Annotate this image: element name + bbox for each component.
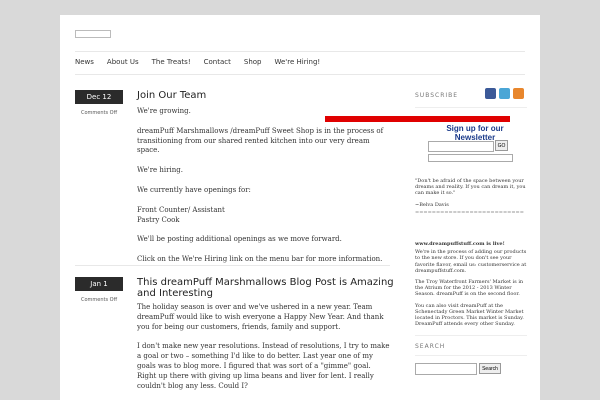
newsletter-extra-input[interactable]: [428, 154, 513, 162]
twitter-icon[interactable]: [499, 88, 510, 99]
post-date: Dec 12: [75, 90, 123, 104]
sidebar-divider: [415, 335, 527, 336]
post-body: The holiday season is over and we've ush…: [137, 303, 392, 400]
post-paragraph: We currently have openings for:: [137, 185, 251, 194]
post-comments[interactable]: Comments Off: [75, 110, 123, 116]
post-body: We're growing. dreamPuff Marshmallows /d…: [137, 107, 392, 275]
search-button[interactable]: Search: [479, 363, 501, 374]
quote-separator: ==========================: [415, 209, 524, 216]
post-divider: [75, 265, 390, 266]
live-text: We're in the process of adding our produ…: [415, 249, 527, 274]
header-divider: [75, 51, 525, 52]
newsletter-email-input[interactable]: [428, 141, 494, 152]
post-date: Jan 1: [75, 277, 123, 291]
sidebar-news-block: www.dreampuffstuff.com is live! We're in…: [415, 241, 530, 332]
rss-icon[interactable]: [513, 88, 524, 99]
nav-shop[interactable]: Shop: [244, 58, 262, 66]
sidebar-divider: [415, 355, 527, 356]
sidebar-quote-block: "Don't be afraid of the space between yo…: [415, 178, 530, 221]
post-paragraph: Front Counter/ Assistant Pastry Cook: [137, 205, 225, 224]
red-banner: [325, 116, 510, 122]
market-text: The Troy Waterfront Farmers' Market is i…: [415, 279, 524, 298]
post-paragraph: I don't make new year resolutions. Inste…: [137, 342, 390, 390]
nav-about-us[interactable]: About Us: [107, 58, 139, 66]
nav-news[interactable]: News: [75, 58, 94, 66]
site-logo[interactable]: [75, 30, 111, 38]
post-title[interactable]: This dreamPuff Marshmallows Blog Post is…: [137, 277, 397, 299]
live-heading[interactable]: www.dreampuffstuff.com is live!: [415, 241, 530, 247]
sidebar-divider: [415, 107, 527, 108]
nav-divider: [75, 74, 525, 75]
post-paragraph: We're hiring.: [137, 166, 183, 175]
search-input[interactable]: [415, 363, 477, 375]
quote-author: ~Belva Davis: [415, 201, 449, 208]
search-label: SEARCH: [415, 343, 446, 350]
post-paragraph: The holiday season is over and we've ush…: [137, 303, 384, 331]
newsletter-go-button[interactable]: GO: [495, 140, 508, 151]
post-comments[interactable]: Comments Off: [75, 297, 123, 303]
social-links: [485, 88, 524, 99]
nav-were-hiring[interactable]: We're Hiring!: [274, 58, 320, 66]
nav-the-treats[interactable]: The Treats!: [152, 58, 191, 66]
facebook-icon[interactable]: [485, 88, 496, 99]
quote-text: "Don't be afraid of the space between yo…: [415, 178, 526, 197]
visit-text: You can also visit dreamPuff at the Sche…: [415, 302, 524, 328]
page: News About Us The Treats! Contact Shop W…: [60, 15, 540, 400]
post-title[interactable]: Join Our Team: [137, 90, 206, 101]
main-nav: News About Us The Treats! Contact Shop W…: [75, 58, 333, 66]
post-paragraph: Click on the We're Hiring link on the me…: [137, 255, 383, 264]
nav-contact[interactable]: Contact: [204, 58, 231, 66]
post-paragraph: We'll be posting additional openings as …: [137, 235, 342, 244]
post-paragraph: dreamPuff Marshmallows /dreamPuff Sweet …: [137, 126, 384, 155]
